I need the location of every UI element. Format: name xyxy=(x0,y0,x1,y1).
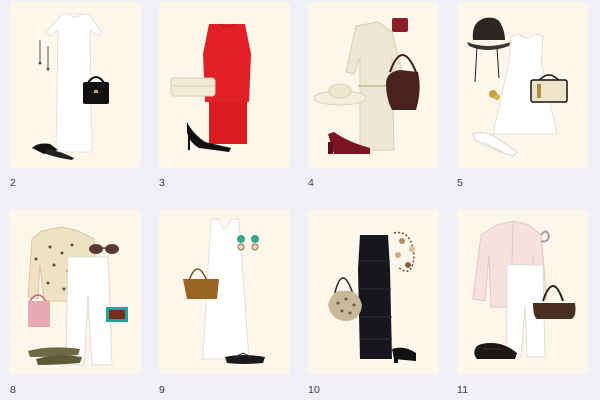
black-mules-icon xyxy=(392,347,416,363)
outfit-number: 4 xyxy=(308,177,315,189)
outfit-card-5[interactable] xyxy=(457,2,588,168)
outfit-number: 3 xyxy=(159,177,166,189)
white-mules-icon xyxy=(472,132,518,157)
thong-sandals-icon xyxy=(28,347,82,365)
outfit-card-9[interactable] xyxy=(159,209,290,375)
outfit-number: 2 xyxy=(10,177,17,189)
earrings-icon xyxy=(38,40,50,71)
drop-earrings-icon xyxy=(237,235,259,251)
outfit-number: 8 xyxy=(10,384,17,396)
outfit-card-10[interactable] xyxy=(308,209,439,375)
red-skirt-icon xyxy=(209,102,247,144)
outfit-card-3[interactable] xyxy=(159,2,290,168)
black-strapless-dress-icon xyxy=(358,235,392,359)
outfit-card-11[interactable] xyxy=(457,209,588,375)
beaded-necklace-icon xyxy=(393,231,415,272)
outfit-card-8[interactable] xyxy=(10,209,141,375)
bucket-hat-icon xyxy=(467,17,511,83)
gold-earring-icon xyxy=(489,90,500,100)
snakeskin-hobo-bag-icon xyxy=(328,277,362,321)
cream-clutch-icon xyxy=(170,77,216,97)
burgundy-wallet-icon xyxy=(392,18,408,32)
outfit-number: 9 xyxy=(159,384,166,396)
green-clutch-icon xyxy=(106,307,128,322)
ear-cuff-icon xyxy=(540,230,551,243)
outfit-card-2[interactable] xyxy=(10,2,141,168)
outfit-number: 10 xyxy=(308,384,321,396)
outfit-card-4[interactable] xyxy=(308,2,439,168)
sunglasses-icon xyxy=(89,244,119,254)
wide-brim-hat-icon xyxy=(313,83,367,106)
outfit-number: 5 xyxy=(457,177,464,189)
outfit-number: 11 xyxy=(457,384,469,396)
